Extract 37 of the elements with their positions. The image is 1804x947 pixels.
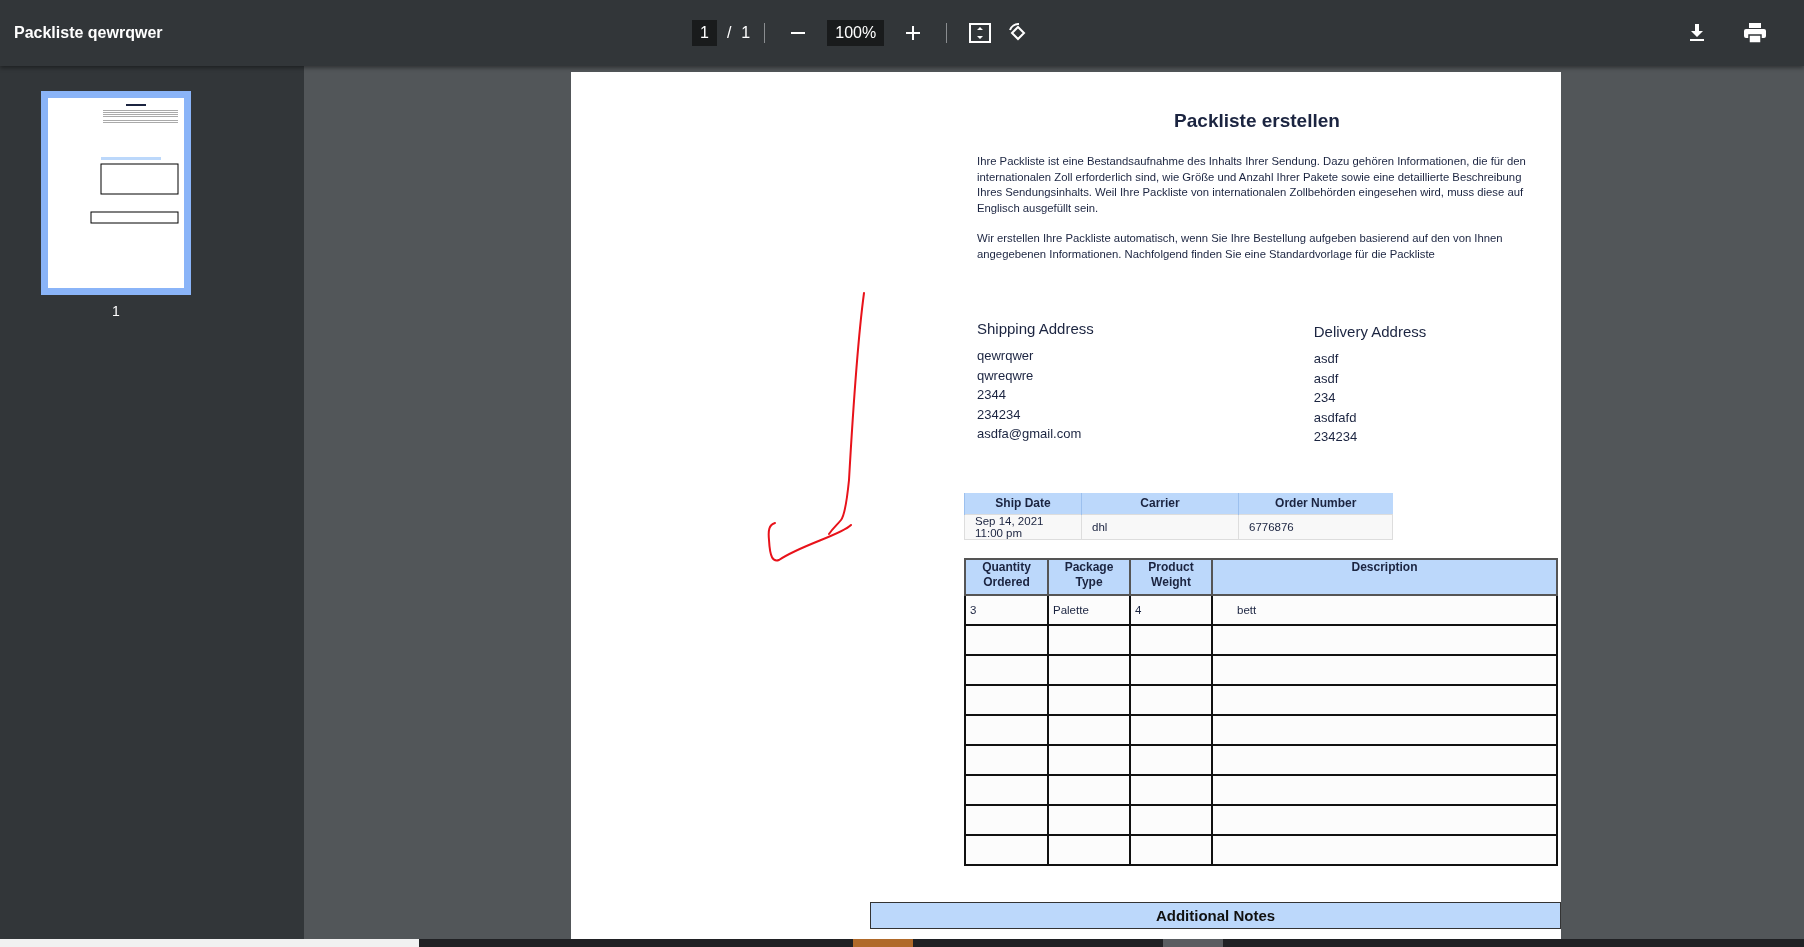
table-cell: bett [1212, 594, 1557, 625]
column-header: Carrier [1081, 492, 1239, 514]
address-line: asdfa@gmail.com [977, 425, 1083, 443]
table-cell: Palette [1048, 594, 1130, 625]
address-line: 234234 [1313, 428, 1359, 446]
page-separator: / [726, 24, 732, 42]
column-header: Product Weight [1130, 558, 1212, 595]
paragraph: Wir erstellen Ihre Packliste automatisch, wenn Sie Ihre Bestellung aufgeben basierend auf den von Ihnen angegebenen Informationen. Nachfolgend finden Sie eine Standardvorlage für die Packliste [977, 231, 1504, 262]
address-heading: Shipping Address [977, 320, 1094, 337]
column-header: Ship Date [964, 492, 1082, 514]
table-cell: 3 [965, 594, 1048, 625]
document-title: Packliste qewrqwer [13, 24, 164, 42]
table-cell: 6776876 [1238, 514, 1393, 539]
paragraph: Ihre Packliste ist eine Bestandsaufnahme des Inhalts Ihrer Sendung. Dazu gehören Informationen, die für den internationalen Zoll erforderlich sind, wie Größe und Anzahl Ihrer Pakete sowie eine detaillierte Beschreibung Ihres Sendungsinhalts. Weil Ihre Packliste von internationalen Zollbehörden eingesehen wird, muss diese auf Englisch ausgefüllt sein. [977, 154, 1527, 216]
table-cell: 4 [1130, 594, 1212, 625]
column-header: Description [1212, 558, 1557, 595]
page-thumbnail[interactable] [41, 91, 191, 295]
column-header: Order Number [1238, 492, 1393, 514]
page-total: 1 [741, 24, 751, 42]
address-heading: Delivery Address [1313, 323, 1427, 340]
column-header: Quantity Ordered [965, 558, 1048, 595]
address-line: qewrqwer [977, 347, 1035, 365]
address-line: 2344 [977, 386, 1007, 404]
heading: Packliste erstellen [1173, 110, 1341, 132]
zoom-field[interactable]: 100% [827, 20, 885, 46]
address-line: asdf [1313, 350, 1340, 368]
page-number-field[interactable]: 1 [692, 20, 717, 46]
address-line: asdf [1313, 369, 1340, 388]
address-line: qwreqwre [977, 366, 1035, 385]
thumbnail-label: 1 [111, 303, 121, 319]
address-line: 234234 [977, 405, 1022, 424]
notes-header: Additional Notes [870, 902, 1561, 929]
table-cell: Sep 14, 2021 11:00 pm [964, 514, 1082, 539]
address-line: asdfafd [1313, 408, 1358, 427]
column-header: Package Type [1048, 558, 1130, 595]
table-cell: dhl [1081, 514, 1239, 539]
address-line: 234 [1313, 389, 1337, 407]
